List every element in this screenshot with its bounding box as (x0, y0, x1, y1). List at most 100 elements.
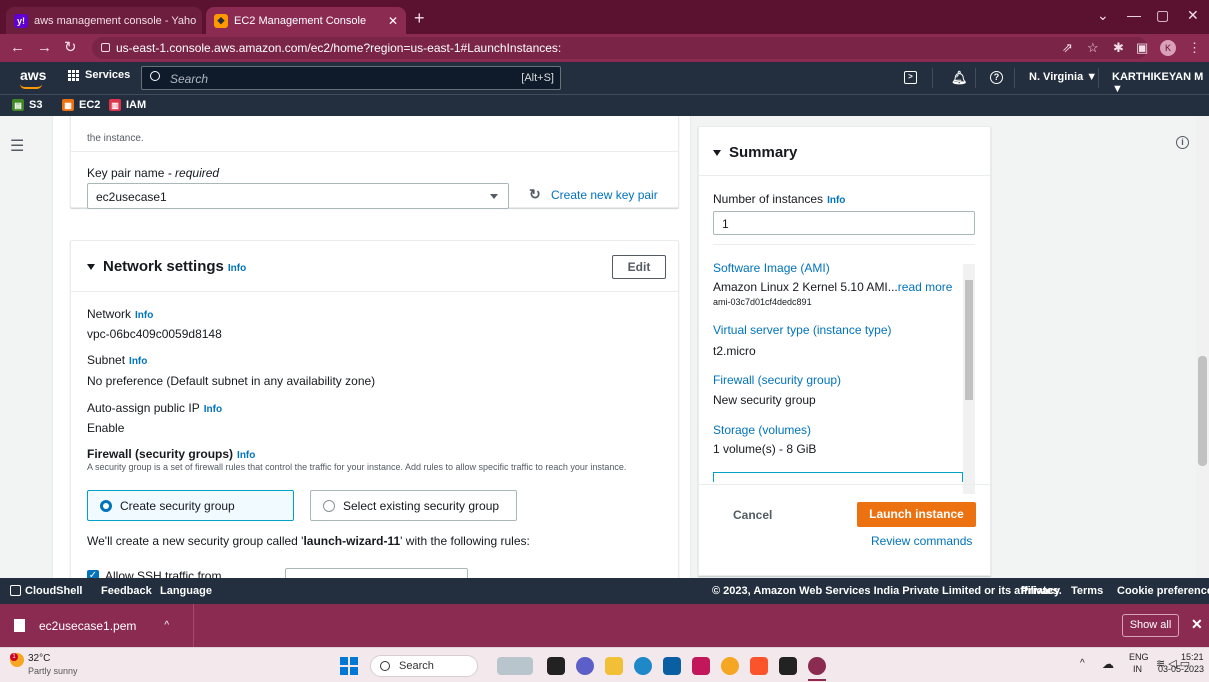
extensions-icon[interactable]: ✱ (1113, 40, 1124, 56)
store-icon[interactable] (663, 657, 681, 675)
services-label: Services (85, 69, 131, 81)
divider (1098, 68, 1099, 88)
favorites-bar: ▤ S3 ▦ EC2 ▥ IAM (0, 94, 1209, 116)
bell-icon[interactable]: 🔔︎ (951, 70, 968, 86)
create-security-group-option[interactable]: Create security group (87, 490, 294, 521)
back-icon[interactable]: ← (10, 39, 25, 57)
services-button[interactable]: Services (68, 69, 130, 81)
reload-icon[interactable]: ↻ (64, 39, 77, 57)
launch-instance-button[interactable]: Launch instance (857, 502, 976, 527)
weather-desc: Partly sunny (28, 666, 78, 676)
ami-label[interactable]: Software Image (AMI) (713, 261, 830, 275)
region-selector[interactable]: N. Virginia ▼ (1029, 71, 1097, 83)
key-pair-description: the instance. (87, 133, 144, 144)
chrome-icon[interactable] (808, 657, 826, 675)
share-icon[interactable]: ⇗ (1062, 40, 1073, 56)
app-icon[interactable] (779, 657, 797, 675)
favorite-label: IAM (126, 99, 147, 111)
cancel-button[interactable]: Cancel (733, 508, 772, 522)
tab-yahoo-search[interactable]: y! aws management console - Yaho ✕ (6, 7, 202, 34)
clock-time[interactable]: 15:21 (1181, 652, 1204, 662)
browser-tab-bar: y! aws management console - Yaho ✕ ◆ EC2… (0, 0, 1209, 34)
search-shortcut: [Alt+S] (521, 72, 554, 84)
feedback-link[interactable]: Feedback (101, 585, 152, 597)
cloudshell-button[interactable]: CloudShell (10, 585, 82, 597)
info-icon[interactable]: i (1176, 136, 1189, 149)
chevron-up-icon[interactable]: ^ (1080, 658, 1085, 669)
favorite-iam[interactable]: ▥ IAM (109, 99, 146, 111)
key-pair-value: ec2usecase1 (96, 190, 167, 204)
clock-date[interactable]: 03-05-2023 (1158, 664, 1204, 674)
instance-type-label[interactable]: Virtual server type (instance type) (713, 323, 892, 337)
create-key-pair-link[interactable]: Create new key pair (551, 188, 658, 202)
language-link[interactable]: Language (160, 585, 212, 597)
summary-scrollbar[interactable] (963, 264, 975, 494)
search-placeholder: Search (170, 72, 209, 86)
forward-icon[interactable]: → (37, 39, 52, 57)
account-menu[interactable]: KARTHIKEYAN M ▼ (1112, 71, 1209, 95)
divider (71, 151, 678, 152)
app-icon[interactable] (692, 657, 710, 675)
ssh-source-select[interactable] (285, 568, 468, 578)
terms-link[interactable]: Terms (1071, 585, 1103, 597)
select-existing-security-group-option[interactable]: Select existing security group (310, 490, 517, 521)
new-tab-icon[interactable]: + (414, 7, 425, 29)
edit-network-button[interactable]: Edit (612, 255, 666, 279)
tab-title: EC2 Management Console (234, 14, 367, 27)
refresh-icon[interactable]: ↻ (529, 186, 541, 203)
search-icon (380, 661, 390, 671)
summary-header[interactable]: Summary (713, 144, 797, 161)
ssh-checkbox[interactable]: ✓ (87, 570, 99, 578)
close-window-icon[interactable]: ✕ (1187, 7, 1199, 24)
s3-icon: ▤ (12, 99, 24, 111)
close-icon[interactable]: ✕ (1191, 616, 1203, 633)
firewall-summary-label[interactable]: Firewall (security group) (713, 373, 841, 387)
close-tab-icon[interactable]: ✕ (196, 14, 202, 28)
scrollbar-thumb[interactable] (965, 280, 973, 400)
key-pair-select[interactable]: ec2usecase1 (87, 183, 509, 209)
network-tray-icon[interactable]: ☁ (1102, 657, 1114, 671)
restore-icon[interactable]: ▢ (1156, 7, 1169, 24)
favorite-ec2[interactable]: ▦ EC2 (62, 99, 100, 111)
star-icon[interactable]: ☆ (1087, 40, 1099, 56)
widget-icon[interactable] (497, 657, 533, 675)
brave-icon[interactable] (750, 657, 768, 675)
scrollbar-thumb[interactable] (1198, 356, 1207, 466)
windows-start-icon[interactable] (340, 657, 358, 675)
language-code[interactable]: ENG (1129, 652, 1149, 662)
url-field[interactable]: us-east-1.console.aws.amazon.com/ec2/hom… (92, 37, 1148, 59)
favorite-s3[interactable]: ▤ S3 (12, 99, 42, 111)
language-region[interactable]: IN (1133, 664, 1142, 674)
taskbar-search[interactable]: Search (370, 655, 478, 677)
network-settings-header[interactable]: Network settings Info (87, 258, 246, 275)
read-more-link[interactable]: read more (898, 280, 953, 294)
sidebar-icon[interactable]: ▣ (1136, 40, 1148, 56)
chevron-down-icon[interactable]: ⌄ (1097, 7, 1109, 24)
file-explorer-icon[interactable] (605, 657, 623, 675)
divider (1014, 68, 1015, 88)
help-icon[interactable]: ? (990, 71, 1003, 84)
teams-icon[interactable] (576, 657, 594, 675)
menu-icon[interactable]: ☰ (10, 136, 24, 156)
edge-icon[interactable] (634, 657, 652, 675)
tab-ec2-console[interactable]: ◆ EC2 Management Console ✕ (206, 7, 406, 34)
minimize-icon[interactable]: — (1127, 7, 1141, 23)
close-tab-icon[interactable]: ✕ (380, 14, 398, 28)
favorite-label: S3 (29, 99, 43, 111)
storage-label[interactable]: Storage (volumes) (713, 423, 811, 437)
cookie-preferences-link[interactable]: Cookie preferences (1117, 585, 1209, 597)
privacy-link[interactable]: Privacy (1021, 585, 1060, 597)
cloudshell-icon[interactable]: > (904, 71, 917, 84)
download-item[interactable]: ec2usecase1.pem ^ (0, 604, 194, 647)
chevron-up-icon[interactable]: ^ (164, 620, 169, 631)
menu-icon[interactable]: ⋮ (1188, 40, 1201, 56)
review-commands-link[interactable]: Review commands (871, 534, 972, 548)
aws-logo[interactable]: aws (20, 67, 46, 89)
chrome-dev-icon[interactable] (721, 657, 739, 675)
page-scrollbar[interactable] (1196, 116, 1209, 578)
instances-input[interactable]: 1 (713, 211, 975, 235)
task-view-icon[interactable] (547, 657, 565, 675)
show-all-button[interactable]: Show all (1122, 614, 1179, 637)
profile-avatar[interactable]: K (1160, 40, 1176, 56)
search-input[interactable]: Search [Alt+S] (141, 66, 561, 90)
